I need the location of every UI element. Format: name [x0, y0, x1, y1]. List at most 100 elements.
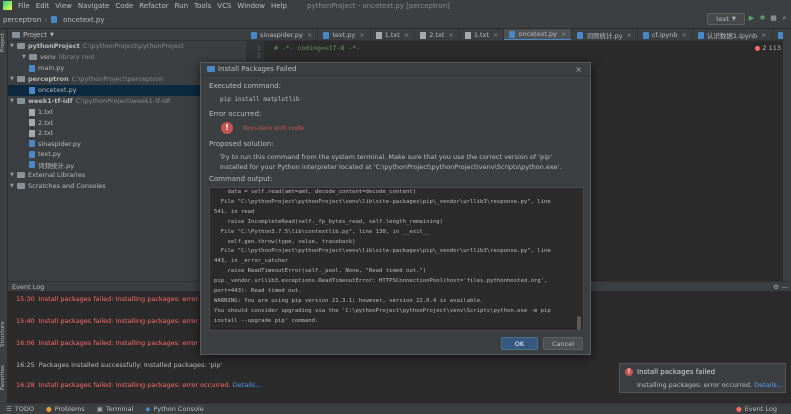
menu-file[interactable]: File: [15, 2, 33, 10]
tree-item-label: sinaspider.py: [38, 139, 81, 148]
todo-tab[interactable]: ☰ TODO: [0, 405, 40, 413]
tree-item[interactable]: ▼ week1-tf-idf C:\pythonProject\week1-tf-i…: [10, 96, 170, 107]
app-logo-icon[interactable]: [3, 1, 12, 10]
close-tab-icon[interactable]: ×: [404, 31, 409, 39]
close-tab-icon[interactable]: ×: [448, 31, 453, 39]
run-config-label: text: [716, 15, 729, 23]
error-label: Error occurred:: [209, 110, 262, 118]
run-icon[interactable]: ▶: [747, 14, 756, 23]
expand-arrow-icon[interactable]: ▼: [10, 172, 17, 178]
menu-tools[interactable]: Tools: [191, 2, 214, 10]
editor-tab[interactable]: 认识数据1.ipynb ×: [693, 29, 773, 40]
menu-run[interactable]: Run: [172, 2, 191, 10]
close-tab-icon[interactable]: ×: [493, 31, 498, 39]
tree-item[interactable]: text.py: [22, 149, 61, 160]
search-icon[interactable]: ⌕: [780, 14, 789, 23]
inspection-indicator[interactable]: ● 2 113: [755, 44, 781, 52]
editor-tab[interactable]: sinaspider.py ×: [246, 29, 319, 40]
editor-tab-label: 词频统计.py: [586, 32, 623, 40]
expand-arrow-icon[interactable]: ▼: [10, 43, 17, 49]
menu-help[interactable]: Help: [268, 2, 290, 10]
close-tab-icon[interactable]: ×: [561, 30, 566, 38]
editor-tab[interactable]: text.py ×: [318, 29, 371, 40]
folder-icon: [17, 43, 25, 50]
menu-window[interactable]: Window: [234, 2, 268, 10]
tree-item[interactable]: 1.txt: [22, 107, 53, 118]
favorites-tool-tab[interactable]: Favorites: [0, 364, 8, 392]
tree-item-label: 1.txt: [38, 108, 54, 117]
log-entry: 15:30 Install packages failed: Installing…: [16, 295, 218, 303]
editor-tab[interactable]: oncetext.py ×: [504, 29, 573, 40]
folder-icon: [17, 98, 25, 105]
menu-refactor[interactable]: Refactor: [136, 2, 171, 10]
output-scrollbar[interactable]: [577, 316, 581, 330]
balloon-text: Installing packages: error occurred.: [637, 381, 753, 389]
editor-tab[interactable]: 词频统计.py ×: [572, 29, 638, 40]
tree-item[interactable]: 2.txt: [22, 128, 53, 139]
tree-item-path: C:\pythonProject\perceptron: [71, 75, 164, 84]
expand-arrow-icon[interactable]: ▼: [22, 54, 29, 60]
gear-icon[interactable]: ⚙: [773, 283, 779, 291]
ok-button[interactable]: OK: [501, 337, 538, 350]
menu-edit[interactable]: Edit: [33, 2, 53, 10]
close-icon[interactable]: ×: [575, 65, 582, 74]
close-tab-icon[interactable]: ×: [627, 31, 632, 39]
editor-tab[interactable]: 1.txt ×: [371, 29, 416, 40]
tree-item[interactable]: ▼ perceptron C:\pythonProject\perceptron: [10, 74, 163, 85]
tree-item-label: oncetext.py: [38, 86, 77, 95]
tree-item[interactable]: ▼ pythonProject C:\pythonProject\pythonPro…: [10, 41, 184, 52]
log-time: 16:28: [16, 381, 35, 389]
status-bar: ☰ TODO ● Problems ▣ Terminal ◆ Python Consol…: [0, 403, 791, 414]
editor-tab[interactable]: 2.txt ×: [415, 29, 460, 40]
menu-view[interactable]: View: [52, 2, 75, 10]
balloon-details-link[interactable]: Details...: [754, 381, 783, 389]
close-tab-icon[interactable]: ×: [681, 31, 686, 39]
log-details-link[interactable]: Details...: [231, 381, 262, 389]
expand-arrow-icon[interactable]: ▼: [10, 76, 17, 82]
debug-icon[interactable]: ✱: [758, 14, 767, 23]
expand-arrow-icon[interactable]: ▼: [10, 183, 17, 189]
project-tool-tab[interactable]: Project: [0, 33, 8, 53]
editor-tab-label: sinaspider.py: [260, 31, 303, 39]
terminal-tab[interactable]: ▣ Terminal: [91, 405, 140, 413]
tree-item[interactable]: ▼ venv library root: [22, 52, 95, 63]
python-console-tab[interactable]: ◆ Python Console: [139, 405, 209, 413]
log-text: Install packages failed: Installing pack…: [38, 339, 219, 347]
run-config-select[interactable]: text ▼: [707, 13, 745, 25]
editor-tab[interactable]: 1.txt ×: [460, 29, 505, 40]
right-tool-strip: [783, 29, 791, 281]
executed-command: pip install matplotlib: [220, 96, 300, 103]
notification-balloon[interactable]: ! Install packages failed Installing pac…: [619, 363, 786, 393]
breadcrumb-project[interactable]: perceptron: [0, 16, 44, 24]
project-panel-header[interactable]: Project ▼: [8, 29, 246, 41]
close-tab-icon[interactable]: ×: [761, 31, 766, 39]
python-file-icon: [697, 31, 704, 39]
breadcrumb-file[interactable]: oncetext.py: [60, 16, 108, 24]
tree-item[interactable]: sinaspider.py: [22, 139, 81, 150]
log-time: 16:25: [16, 361, 35, 369]
editor-tab-label: cf.ipynb: [651, 31, 678, 39]
folder-icon: [29, 54, 37, 61]
minimize-icon[interactable]: —: [782, 283, 789, 291]
tree-item[interactable]: ▼ External Libraries: [10, 170, 85, 181]
menu-code[interactable]: Code: [112, 2, 136, 10]
menu-vcs[interactable]: VCS: [214, 2, 234, 10]
tree-item-label: 2.txt: [38, 118, 54, 127]
text-file-icon: [29, 119, 35, 127]
event-log-tab[interactable]: ● Event Log: [730, 405, 783, 413]
tree-item[interactable]: ▼ Scratches and Consoles: [10, 181, 106, 192]
tree-item[interactable]: main.py: [22, 63, 64, 74]
cancel-button[interactable]: Cancel: [543, 337, 583, 350]
stop-icon[interactable]: ■: [769, 14, 778, 23]
editor-tab[interactable]: cf.ipynb ×: [638, 29, 693, 40]
command-output[interactable]: data = self.read(amt=amt, decode_content…: [209, 187, 584, 331]
close-tab-icon[interactable]: ×: [359, 31, 364, 39]
tree-item[interactable]: 2.txt: [22, 118, 53, 129]
problems-tab[interactable]: ● Problems: [40, 405, 91, 413]
menu-bar: File Edit View Navigate Code Refactor Ru…: [0, 0, 791, 11]
structure-tool-tab[interactable]: Structure: [0, 319, 8, 349]
close-tab-icon[interactable]: ×: [307, 31, 312, 39]
tree-item[interactable]: 词频统计.py: [22, 160, 74, 171]
menu-navigate[interactable]: Navigate: [75, 2, 112, 10]
expand-arrow-icon[interactable]: ▼: [10, 98, 17, 104]
